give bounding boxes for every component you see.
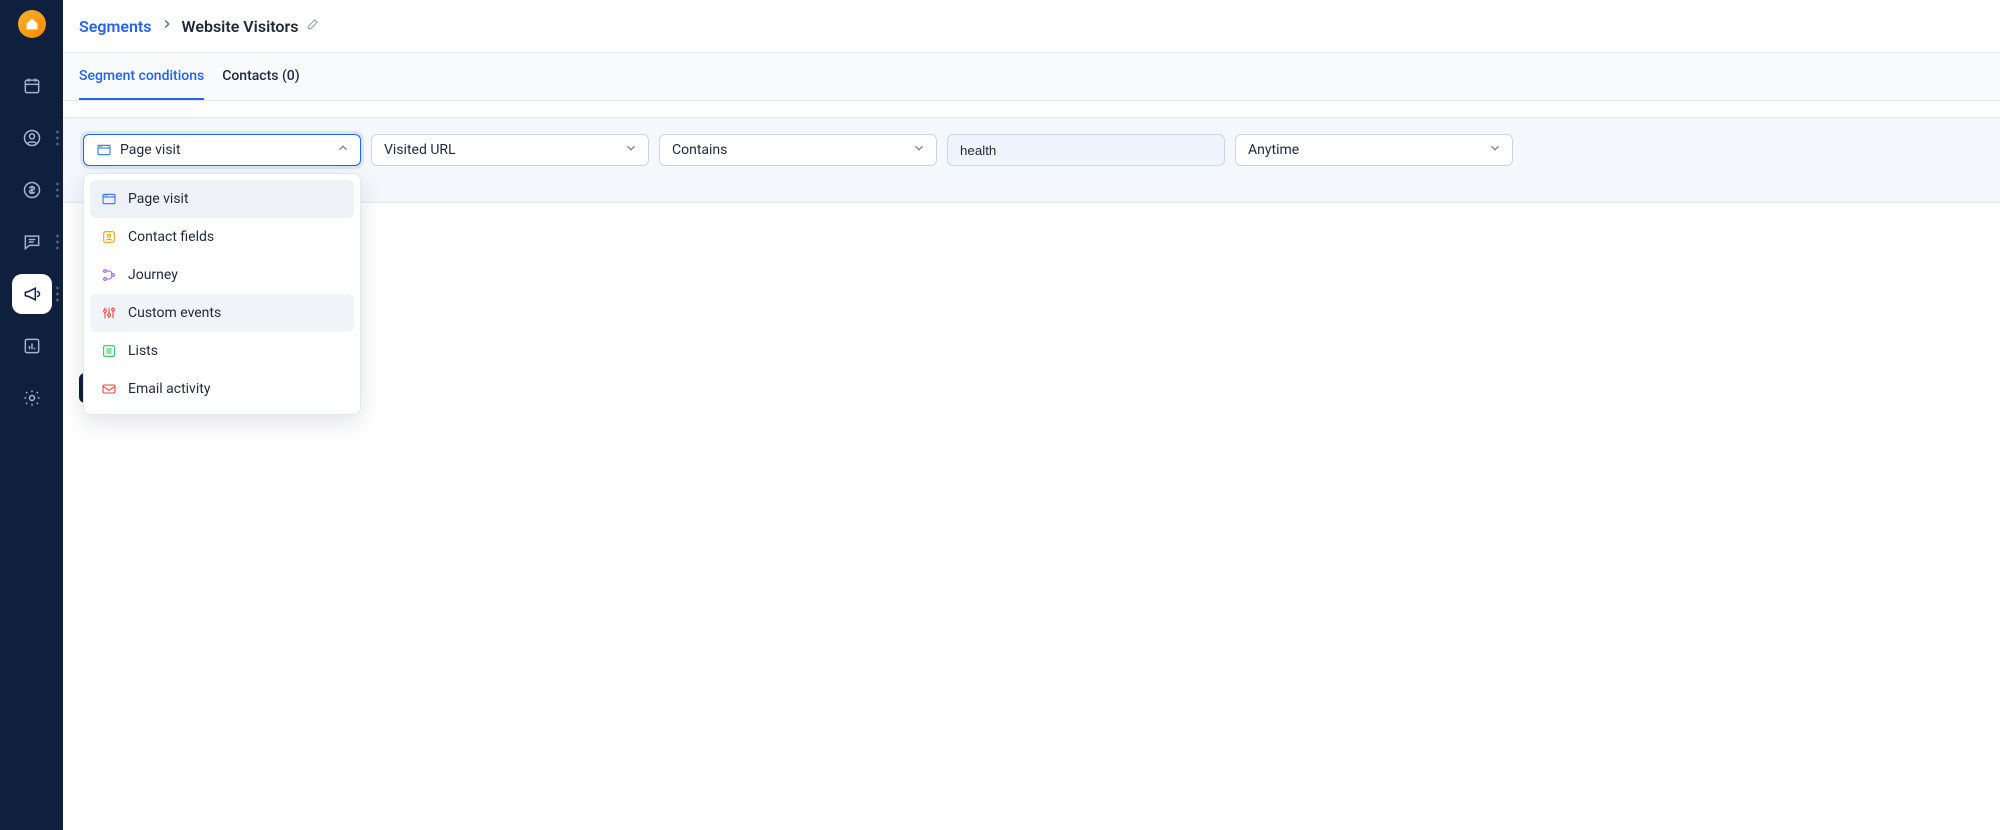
breadcrumb-segments-link[interactable]: Segments	[79, 17, 152, 36]
chat-icon	[22, 232, 42, 252]
dropdown-item-label: Journey	[128, 267, 178, 283]
condition-row: Page visit Visited URL Contains Anytime	[83, 134, 1980, 166]
gear-icon	[22, 388, 42, 408]
dropdown-item-custom-events[interactable]: Custom events	[90, 294, 354, 332]
edit-name-button[interactable]	[306, 17, 320, 35]
list-icon	[100, 342, 118, 360]
dropdown-item-page-visit[interactable]: Page visit	[90, 180, 354, 218]
sidebar-item-reports[interactable]	[0, 324, 63, 368]
app-logo[interactable]	[18, 10, 46, 38]
more-dots-icon[interactable]	[56, 235, 59, 250]
user-circle-icon	[22, 128, 42, 148]
sliders-icon	[100, 304, 118, 322]
sidebar-item-campaigns[interactable]	[0, 272, 63, 316]
tab-contacts[interactable]: Contacts (0)	[222, 53, 299, 100]
sidebar-item-settings[interactable]	[0, 376, 63, 420]
condition-type-select[interactable]: Page visit	[83, 134, 361, 166]
sidebar-item-calendar[interactable]	[0, 64, 63, 108]
browser-icon	[100, 190, 118, 208]
dropdown-item-label: Email activity	[128, 381, 210, 397]
condition-type-dropdown: Page visit Contact fields Journey Custom…	[83, 173, 361, 415]
breadcrumb-current: Website Visitors	[182, 17, 299, 36]
condition-operator-select[interactable]: Contains	[659, 134, 937, 166]
browser-icon	[96, 142, 112, 158]
tabs: Segment conditions Contacts (0)	[63, 53, 2000, 101]
main-area: Segments Website Visitors Segment condit…	[63, 0, 2000, 830]
more-dots-icon[interactable]	[56, 131, 59, 146]
page-header: Segments Website Visitors	[63, 0, 2000, 53]
megaphone-icon	[22, 284, 42, 304]
contact-badge-icon	[100, 228, 118, 246]
dropdown-item-label: Contact fields	[128, 229, 214, 245]
condition-field-label: Visited URL	[384, 142, 456, 158]
dropdown-item-email-activity[interactable]: Email activity	[90, 370, 354, 408]
dropdown-item-journey[interactable]: Journey	[90, 256, 354, 294]
dropdown-item-label: Lists	[128, 343, 158, 359]
sidebar-item-billing[interactable]	[0, 168, 63, 212]
dropdown-item-label: Custom events	[128, 305, 221, 321]
condition-field-select[interactable]: Visited URL	[371, 134, 649, 166]
sidebar-item-contacts[interactable]	[0, 116, 63, 160]
home-icon	[24, 16, 40, 32]
calendar-icon	[22, 76, 42, 96]
chevron-right-icon	[160, 17, 174, 35]
more-dots-icon[interactable]	[56, 287, 59, 302]
chevron-up-icon	[336, 141, 350, 159]
nodes-icon	[100, 266, 118, 284]
bar-chart-icon	[22, 336, 42, 356]
condition-group: Page visit Visited URL Contains Anytime	[63, 117, 2000, 203]
dollar-circle-icon	[22, 180, 42, 200]
dropdown-item-lists[interactable]: Lists	[90, 332, 354, 370]
condition-time-label: Anytime	[1248, 142, 1299, 158]
more-dots-icon[interactable]	[56, 183, 59, 198]
chevron-down-icon	[912, 141, 926, 159]
condition-type-label: Page visit	[120, 142, 181, 158]
tab-segment-conditions[interactable]: Segment conditions	[79, 53, 204, 100]
condition-time-select[interactable]: Anytime	[1235, 134, 1513, 166]
breadcrumb: Segments Website Visitors	[79, 17, 320, 36]
condition-value-input[interactable]	[947, 134, 1225, 166]
dropdown-item-contact-fields[interactable]: Contact fields	[90, 218, 354, 256]
chevron-down-icon	[624, 141, 638, 159]
envelope-icon	[100, 380, 118, 398]
chevron-down-icon	[1488, 141, 1502, 159]
dropdown-item-label: Page visit	[128, 191, 189, 207]
condition-operator-label: Contains	[672, 142, 727, 158]
sidebar	[0, 0, 63, 830]
sidebar-item-messages[interactable]	[0, 220, 63, 264]
conditions-canvas: Page visit Visited URL Contains Anytime	[63, 101, 2000, 830]
